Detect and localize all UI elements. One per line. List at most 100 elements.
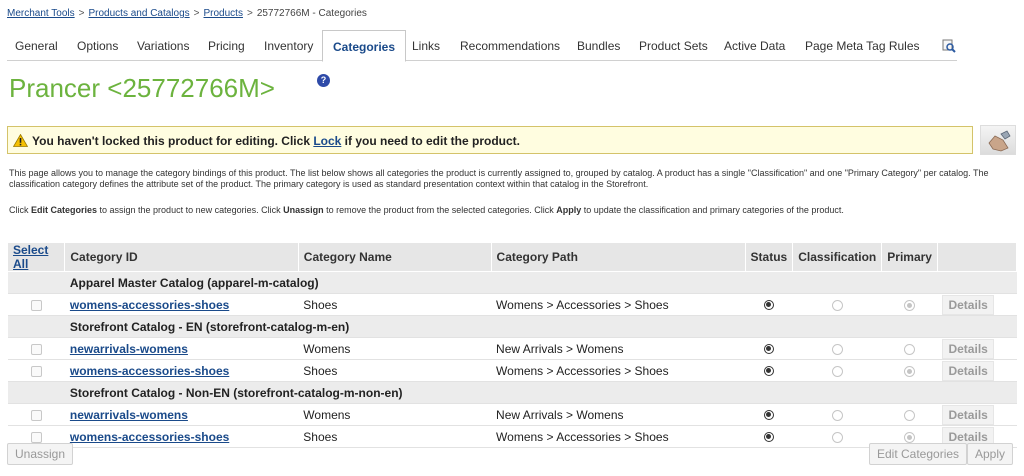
classification-radio[interactable]	[831, 343, 843, 355]
status-cell	[745, 293, 793, 316]
category-name-cell: Shoes	[298, 359, 492, 382]
instruction-keyword: Unassign	[283, 205, 324, 215]
status-cell	[745, 403, 793, 426]
online-status-icon	[763, 300, 774, 311]
lock-warning-banner: You haven't locked this product for edit…	[7, 126, 973, 154]
catalog-group-name: Apparel Master Catalog (apparel-m-catalo…	[64, 271, 1017, 294]
category-path-cell: Womens > Accessories > Shoes	[491, 425, 746, 448]
tab-inventory[interactable]: Inventory	[264, 31, 313, 61]
table-row: newarrivals-womens Womens New Arrivals >…	[7, 337, 1017, 360]
instruction-keyword: Edit Categories	[31, 205, 98, 215]
unassign-button[interactable]: Unassign	[7, 443, 74, 465]
primary-radio[interactable]	[904, 365, 916, 377]
primary-radio[interactable]	[904, 409, 916, 421]
tab-options[interactable]: Options	[77, 31, 118, 61]
category-id-link[interactable]: newarrivals-womens	[70, 342, 188, 356]
category-table: Select All Category ID Category Name Cat…	[6, 242, 1018, 448]
tab-product-sets[interactable]: Product Sets	[639, 31, 708, 61]
column-header-category-path: Category Path	[490, 242, 746, 272]
category-id-cell: womens-accessories-shoes	[64, 293, 299, 316]
row-checkbox[interactable]	[30, 299, 42, 311]
category-id-cell: newarrivals-womens	[64, 403, 299, 426]
tab-bundles[interactable]: Bundles	[577, 31, 620, 61]
tab-general[interactable]: General	[15, 31, 58, 61]
category-id-link[interactable]: newarrivals-womens	[70, 408, 188, 422]
catalog-group-name: Storefront Catalog - EN (storefront-cata…	[64, 315, 1017, 338]
apply-button[interactable]: Apply	[967, 443, 1014, 465]
row-checkbox[interactable]	[30, 431, 42, 443]
classification-radio[interactable]	[831, 365, 843, 377]
hand-icon	[988, 130, 1011, 152]
category-name-cell: Womens	[298, 403, 492, 426]
breadcrumb-separator: >	[246, 8, 253, 19]
classification-radio[interactable]	[831, 299, 843, 311]
category-path-cell: Womens > Accessories > Shoes	[491, 359, 746, 382]
catalog-group-row: Storefront Catalog - EN (storefront-cata…	[7, 315, 1017, 338]
primary-radio[interactable]	[904, 343, 916, 355]
breadcrumb-merchant-tools[interactable]: Merchant Tools	[7, 8, 75, 19]
category-path-cell: Womens > Accessories > Shoes	[491, 293, 746, 316]
column-header-category-name: Category Name	[297, 242, 492, 272]
select-all-link[interactable]: Select All	[13, 243, 48, 271]
classification-radio[interactable]	[831, 431, 843, 443]
breadcrumb-separator: >	[78, 8, 85, 19]
tab-categories[interactable]: Categories	[322, 30, 407, 62]
details-button[interactable]: Details	[942, 338, 994, 359]
status-cell	[745, 337, 793, 360]
primary-cell	[881, 403, 938, 426]
row-checkbox[interactable]	[30, 365, 42, 377]
primary-cell	[881, 337, 938, 360]
row-select-cell	[7, 293, 65, 316]
page-description: This page allows you to manage the categ…	[9, 168, 989, 189]
group-spacer	[7, 271, 65, 294]
help-icon[interactable]: ?	[317, 74, 330, 87]
category-path-cell: New Arrivals > Womens	[491, 337, 746, 360]
category-id-cell: newarrivals-womens	[64, 337, 299, 360]
category-id-link[interactable]: womens-accessories-shoes	[70, 364, 229, 378]
breadcrumb: Merchant Tools > Products and Catalogs > Pro…	[7, 8, 367, 19]
category-id-link[interactable]: womens-accessories-shoes	[70, 430, 229, 444]
table-row: womens-accessories-shoes Shoes Womens > …	[7, 293, 1017, 316]
column-header-actions	[936, 242, 1018, 272]
warning-icon	[13, 134, 28, 147]
tab-variations[interactable]: Variations	[137, 31, 189, 61]
tab-page-meta-tag-rules[interactable]: Page Meta Tag Rules	[805, 31, 920, 61]
row-checkbox[interactable]	[30, 343, 42, 355]
classification-radio[interactable]	[831, 409, 843, 421]
instruction-text: Click	[9, 205, 31, 215]
lock-link[interactable]: Lock	[313, 134, 341, 148]
details-button[interactable]: Details	[942, 360, 994, 381]
details-button[interactable]: Details	[942, 404, 994, 425]
page-title: Prancer <25772766M>	[9, 73, 275, 103]
category-id-link[interactable]: womens-accessories-shoes	[70, 298, 229, 312]
page-instructions: Click Edit Categories to assign the prod…	[9, 205, 1019, 216]
group-spacer	[7, 381, 65, 404]
details-cell: Details	[937, 337, 1017, 360]
status-cell	[745, 425, 793, 448]
category-name-cell: Womens	[298, 337, 492, 360]
breadcrumb-products-and-catalogs[interactable]: Products and Catalogs	[88, 8, 189, 19]
column-header-status: Status	[744, 242, 794, 272]
warning-text-after: if you need to edit the product.	[341, 134, 521, 148]
column-header-classification: Classification	[792, 242, 883, 272]
tab-recommendations[interactable]: Recommendations	[460, 31, 560, 61]
tab-active-data[interactable]: Active Data	[724, 31, 785, 61]
lock-product-icon[interactable]	[980, 125, 1016, 155]
primary-cell	[881, 359, 938, 382]
row-checkbox[interactable]	[30, 409, 42, 421]
online-status-icon	[763, 410, 774, 421]
breadcrumb-separator: >	[193, 8, 200, 19]
group-spacer	[7, 315, 65, 338]
edit-categories-button[interactable]: Edit Categories	[869, 443, 968, 465]
tab-pricing[interactable]: Pricing	[208, 31, 245, 61]
table-row: womens-accessories-shoes Shoes Womens > …	[7, 359, 1017, 382]
category-name-cell: Shoes	[298, 425, 492, 448]
column-header-category-id: Category ID	[64, 242, 299, 272]
breadcrumb-products[interactable]: Products	[204, 8, 243, 19]
search-preview-icon[interactable]	[942, 39, 956, 53]
primary-radio[interactable]	[904, 431, 916, 443]
primary-radio[interactable]	[904, 299, 916, 311]
row-select-cell	[7, 403, 65, 426]
tab-links[interactable]: Links	[412, 31, 440, 61]
details-button[interactable]: Details	[942, 294, 994, 315]
